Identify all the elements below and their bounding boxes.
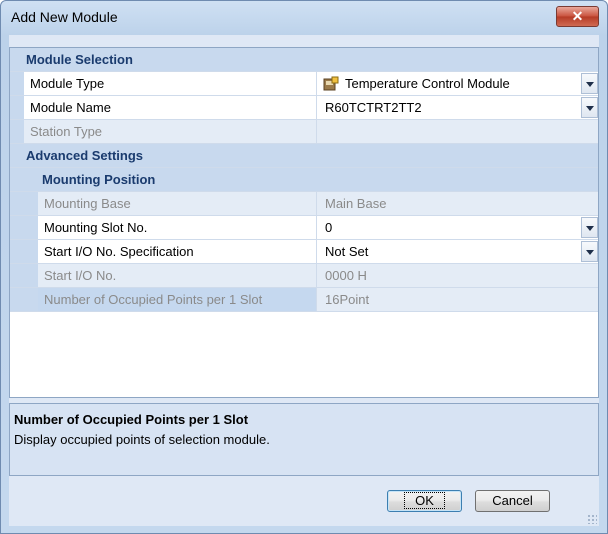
property-name: Module Name <box>30 100 111 115</box>
property-name: Module Type <box>30 76 105 91</box>
row-indent <box>10 72 24 95</box>
property-row-occupied-points[interactable]: Number of Occupied Points per 1 Slot 16P… <box>10 288 598 312</box>
property-name: Start I/O No. Specification <box>44 244 194 259</box>
property-grid: Module Selection Module Type Temperature… <box>9 47 599 398</box>
category-mounting-position[interactable]: Mounting Position <box>10 168 598 192</box>
row-indent <box>10 216 38 239</box>
property-value-cell: 0000 H <box>316 264 598 287</box>
module-name-dropdown[interactable] <box>581 97 598 118</box>
dialog-body: Module Selection Module Type Temperature… <box>9 35 599 526</box>
property-value-cell[interactable]: Not Set <box>316 240 598 263</box>
property-value-cell <box>316 120 598 143</box>
title-bar: Add New Module ✕ <box>1 1 607 35</box>
mounting-slot-value: 0 <box>325 220 333 235</box>
start-io-value: 0000 H <box>325 268 367 283</box>
close-button[interactable]: ✕ <box>556 6 599 27</box>
cancel-button[interactable]: Cancel <box>475 490 550 512</box>
property-row-start-io: Start I/O No. 0000 H <box>10 264 598 288</box>
ok-button[interactable]: OK <box>387 490 462 512</box>
category-label: Mounting Position <box>42 172 156 187</box>
property-value-cell[interactable]: R60TCTRT2TT2 <box>316 96 598 119</box>
property-name: Station Type <box>30 124 103 139</box>
property-name: Mounting Slot No. <box>44 220 148 235</box>
property-row-mounting-slot[interactable]: Mounting Slot No. 0 <box>10 216 598 240</box>
module-type-value: Temperature Control Module <box>345 76 510 91</box>
row-indent <box>10 168 24 191</box>
row-indent <box>10 288 38 311</box>
property-row-module-name[interactable]: Module Name R60TCTRT2TT2 <box>10 96 598 120</box>
property-name: Number of Occupied Points per 1 Slot <box>44 292 263 307</box>
category-label: Module Selection <box>26 52 133 67</box>
property-name: Start I/O No. <box>44 268 117 283</box>
row-indent <box>10 240 38 263</box>
category-module-selection[interactable]: Module Selection <box>10 48 598 72</box>
start-io-spec-dropdown[interactable] <box>581 241 598 262</box>
resize-grip-icon[interactable] <box>587 514 597 524</box>
mounting-base-value: Main Base <box>325 196 387 211</box>
module-icon <box>323 76 339 91</box>
property-name: Mounting Base <box>44 196 131 211</box>
row-indent <box>10 192 38 215</box>
property-row-station-type: Station Type <box>10 120 598 144</box>
row-indent <box>10 120 24 143</box>
property-value-cell: 16Point <box>316 288 598 311</box>
description-title: Number of Occupied Points per 1 Slot <box>14 412 249 427</box>
property-value-cell[interactable]: Temperature Control Module <box>316 72 598 95</box>
description-panel: Number of Occupied Points per 1 Slot Dis… <box>9 403 599 476</box>
category-label: Advanced Settings <box>26 148 144 163</box>
category-advanced-settings[interactable]: Advanced Settings <box>10 144 598 168</box>
mounting-slot-dropdown[interactable] <box>581 217 598 238</box>
module-name-value: R60TCTRT2TT2 <box>325 100 422 115</box>
property-row-mounting-base: Mounting Base Main Base <box>10 192 598 216</box>
description-text: Display occupied points of selection mod… <box>14 432 270 447</box>
property-value-cell: Main Base <box>316 192 598 215</box>
dialog-title: Add New Module <box>11 9 118 25</box>
occupied-points-value: 16Point <box>325 292 370 307</box>
module-type-dropdown[interactable] <box>581 73 598 94</box>
property-row-start-io-spec[interactable]: Start I/O No. Specification Not Set <box>10 240 598 264</box>
property-value-cell[interactable]: 0 <box>316 216 598 239</box>
row-indent <box>10 96 24 119</box>
start-io-spec-value: Not Set <box>325 244 369 259</box>
row-indent <box>10 264 38 287</box>
property-row-module-type[interactable]: Module Type Temperature Control Module <box>10 72 598 96</box>
add-new-module-dialog: Add New Module ✕ Module Selection Module… <box>0 0 608 534</box>
ok-label: OK <box>404 492 445 509</box>
